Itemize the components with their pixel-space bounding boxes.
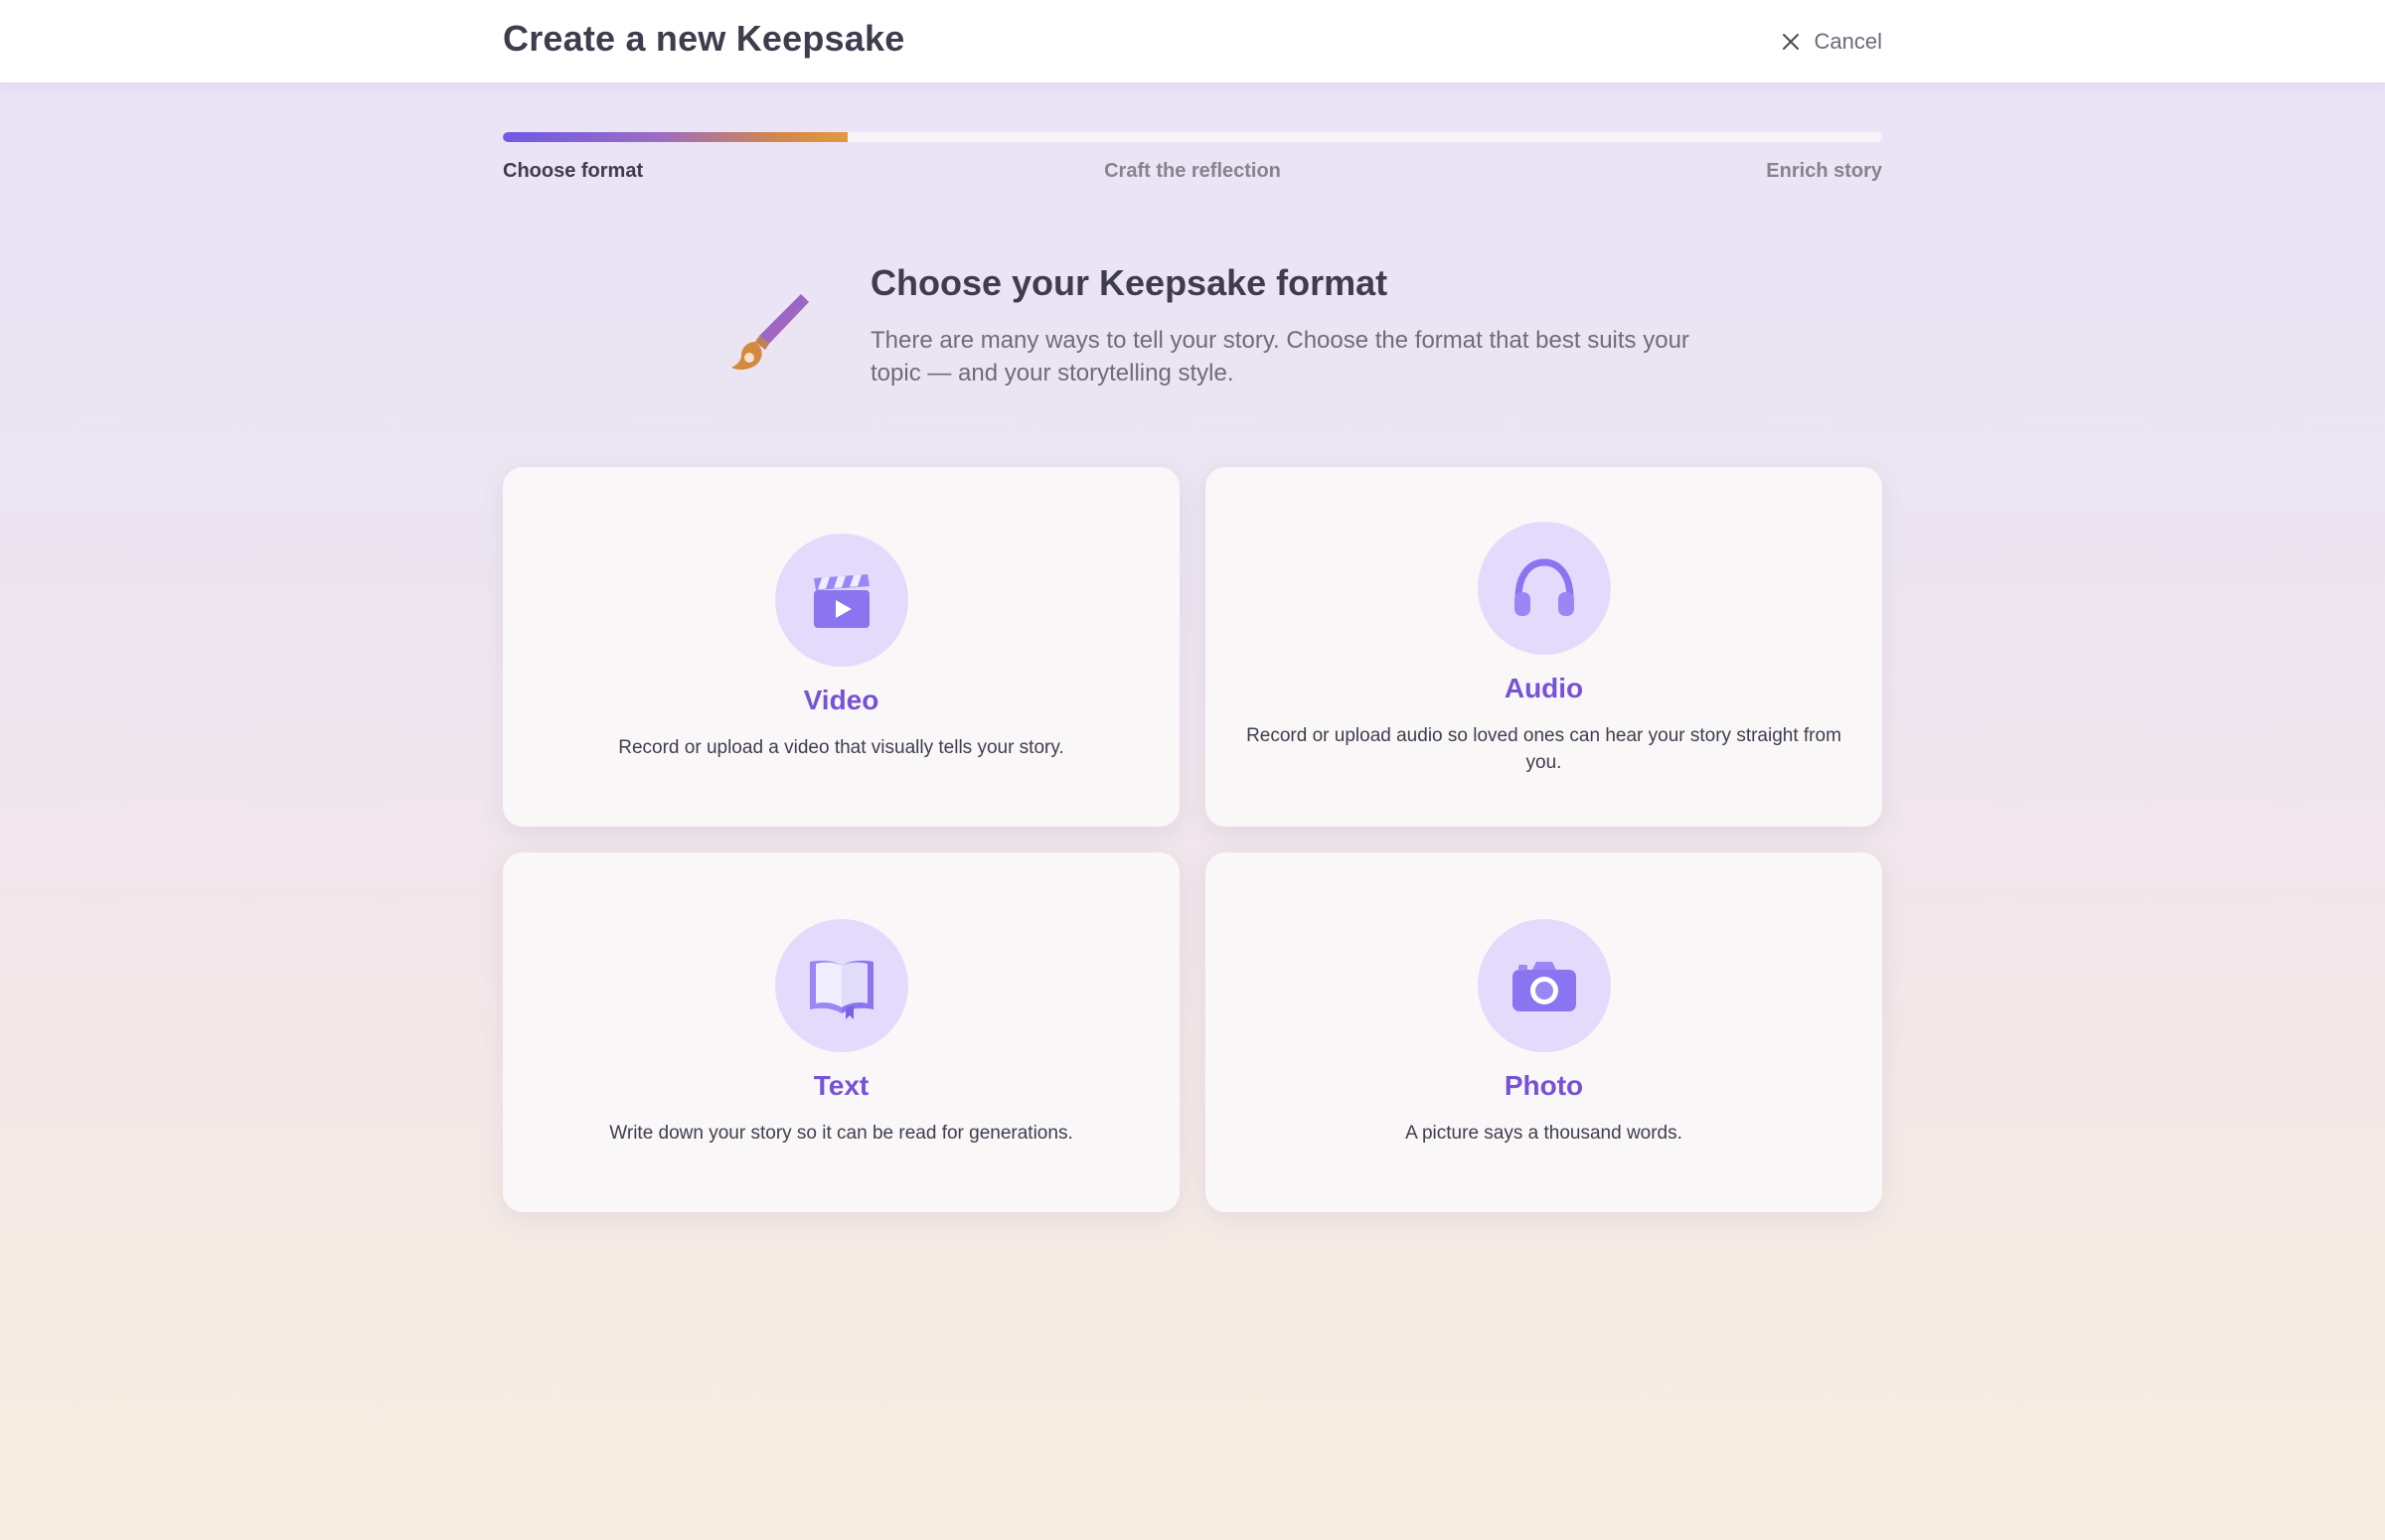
format-description: Record or upload a video that visually t… [618, 736, 1064, 758]
format-card-text[interactable]: Text Write down your story so it can be … [503, 852, 1180, 1212]
clapperboard-icon [813, 573, 870, 628]
open-book-icon [809, 960, 874, 1019]
icon-badge [1477, 918, 1611, 1052]
icon-badge [774, 533, 908, 667]
step-labels: Choose format Craft the reflection Enric… [503, 160, 1882, 190]
format-label: Text [813, 1069, 870, 1101]
paintbrush-icon [731, 294, 809, 370]
intro-heading: Choose your Keepsake format [871, 262, 1388, 303]
format-card-audio[interactable]: Audio Record or upload audio so loved on… [1205, 467, 1882, 827]
step-choose-format: Choose format [503, 160, 644, 182]
format-description: Record or upload audio so loved ones can… [1246, 725, 1841, 773]
camera-icon [1511, 961, 1576, 1011]
format-card-video[interactable]: Video Record or upload a video that visu… [503, 467, 1180, 827]
format-label: Photo [1504, 1069, 1584, 1101]
icon-badge [1477, 522, 1611, 655]
top-bar: Create a new Keepsake Cancel [0, 0, 2385, 82]
step-enrich-story: Enrich story [1766, 160, 1882, 182]
format-description: A picture says a thousand words. [1405, 1122, 1682, 1144]
format-card-photo[interactable]: Photo A picture says a thousand words. [1205, 852, 1882, 1212]
format-label: Audio [1504, 673, 1584, 703]
cancel-label: Cancel [1814, 29, 1882, 54]
progress-track [503, 132, 1882, 142]
step-craft-reflection: Craft the reflection [1104, 160, 1281, 182]
format-description: Write down your story so it can be read … [609, 1122, 1073, 1144]
intro-description: There are many ways to tell your story. … [871, 327, 1689, 386]
progress-fill [503, 132, 848, 142]
headphones-icon [1513, 558, 1574, 616]
close-icon [1782, 34, 1799, 50]
icon-badge [774, 918, 908, 1052]
progress-stepper: Choose format Craft the reflection Enric… [503, 132, 1882, 190]
format-label: Video [803, 684, 879, 715]
page-title: Create a new Keepsake [503, 18, 905, 59]
intro-section: Choose your Keepsake format There are ma… [725, 260, 1689, 399]
cancel-button[interactable]: Cancel [1781, 24, 1882, 60]
